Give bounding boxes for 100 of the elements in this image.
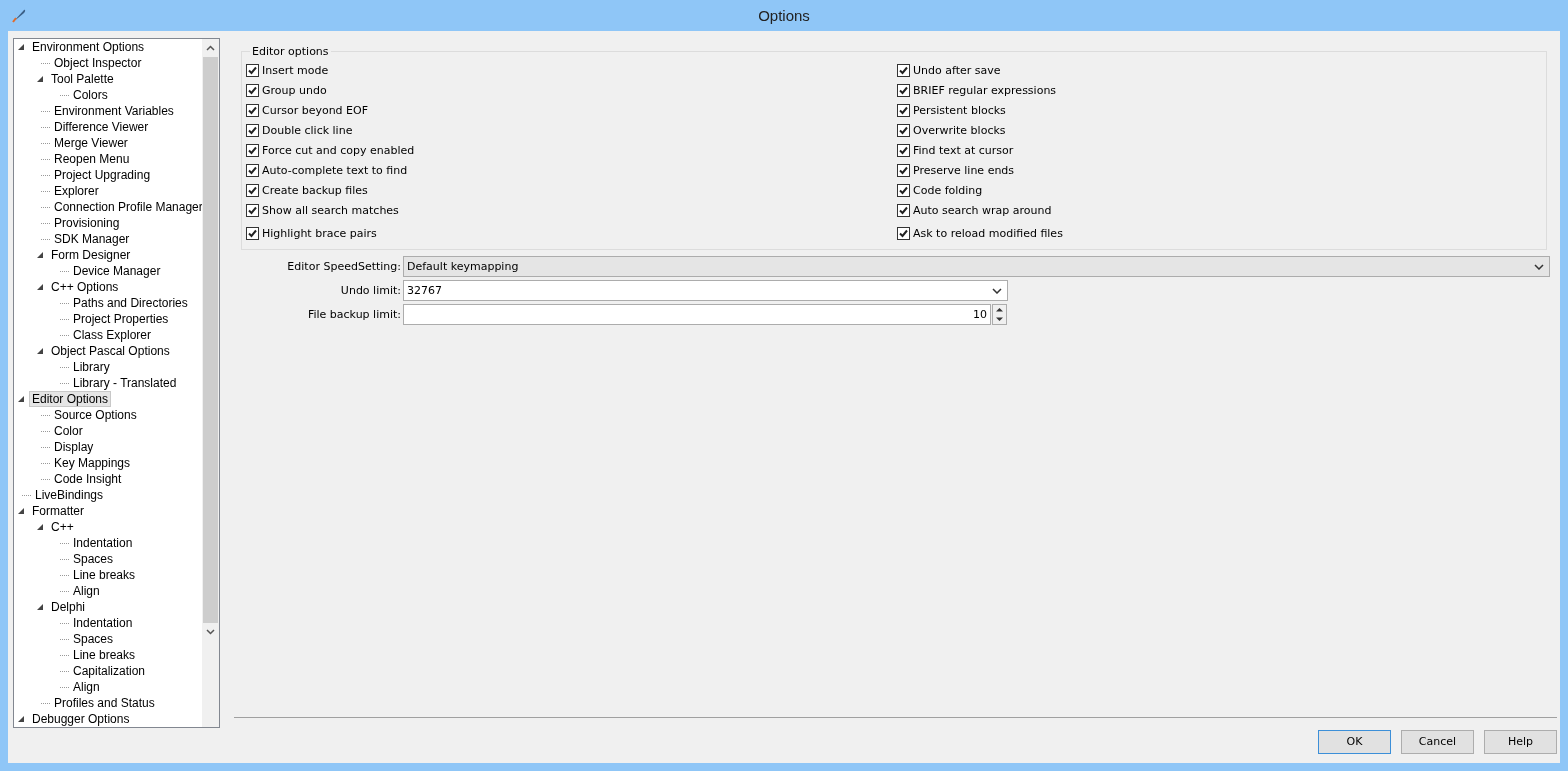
tree-item[interactable]: Capitalization	[70, 663, 149, 679]
tree-item[interactable]: Display	[51, 439, 97, 455]
tree-item[interactable]: Reopen Menu	[51, 151, 133, 167]
collapse-arrow-icon[interactable]	[37, 251, 44, 259]
tree-item[interactable]: Paths and Directories	[70, 295, 191, 311]
checkbox[interactable]	[897, 123, 910, 137]
collapse-arrow-icon[interactable]	[18, 507, 25, 515]
checkbox-label: Overwrite blocks	[913, 123, 1006, 137]
checkbox[interactable]	[897, 226, 910, 240]
tree-item[interactable]: Editor Options	[29, 391, 112, 407]
tree-item[interactable]: Environment Variables	[51, 103, 177, 119]
checkbox[interactable]	[897, 63, 910, 77]
tree-item[interactable]: Provisioning	[51, 215, 123, 231]
tree-item[interactable]: Indentation	[70, 615, 136, 631]
tree-item[interactable]: Explorer	[51, 183, 102, 199]
undo-limit-dropdown[interactable]: 32767	[403, 280, 1008, 301]
spin-buttons[interactable]	[992, 304, 1007, 325]
checkbox-label: BRIEF regular expressions	[913, 83, 1057, 97]
collapse-arrow-icon[interactable]	[37, 283, 44, 291]
checkbox-label: Preserve line ends	[913, 163, 1015, 177]
tree-item[interactable]: Tool Palette	[48, 71, 117, 87]
checkbox[interactable]	[897, 203, 910, 217]
tree-item[interactable]: Formatter	[29, 503, 87, 519]
checkbox-label: Undo after save	[913, 63, 1001, 77]
tree-item[interactable]: C++	[48, 519, 77, 535]
tree-item[interactable]: Source Options	[51, 407, 140, 423]
tree-item[interactable]: Line breaks	[70, 647, 139, 663]
tree-item[interactable]: Object Inspector	[51, 55, 145, 71]
tree-item[interactable]: Color	[51, 423, 86, 439]
checkbox[interactable]	[246, 123, 259, 137]
tree-item[interactable]: Colors	[70, 87, 111, 103]
collapse-arrow-icon[interactable]	[18, 715, 25, 723]
chevron-down-icon	[992, 287, 1002, 294]
field-label: File backup limit:	[306, 308, 402, 321]
tree-item[interactable]: SDK Manager	[51, 231, 133, 247]
tree-item[interactable]: Class Explorer	[70, 327, 155, 343]
tree-item[interactable]: Key Mappings	[51, 455, 134, 471]
collapse-arrow-icon[interactable]	[18, 395, 25, 403]
keymapping-dropdown[interactable]: Default keymapping	[403, 256, 1550, 277]
scroll-down-icon[interactable]	[206, 629, 215, 635]
dialog-button[interactable]: Help	[1484, 729, 1557, 754]
window-title: Options	[758, 7, 810, 24]
field-label: Undo limit:	[339, 284, 402, 297]
tree-item[interactable]: Library - Translated	[70, 375, 180, 391]
dialog-button[interactable]: OK	[1318, 729, 1391, 754]
checkbox[interactable]	[246, 226, 259, 240]
tree-item[interactable]: Environment Options	[29, 39, 148, 55]
field-label: Editor SpeedSetting:	[286, 260, 402, 273]
tree-item[interactable]: Library	[70, 359, 113, 375]
checkbox[interactable]	[897, 103, 910, 117]
checkbox-label: Group undo	[262, 83, 327, 97]
checkbox[interactable]	[897, 183, 910, 197]
collapse-arrow-icon[interactable]	[37, 347, 44, 355]
checkbox[interactable]	[246, 183, 259, 197]
tree-item[interactable]: Indentation	[70, 535, 136, 551]
tree-item[interactable]: Delphi	[48, 599, 89, 615]
checkbox[interactable]	[246, 143, 259, 157]
checkbox[interactable]	[246, 163, 259, 177]
checkbox[interactable]	[246, 63, 259, 77]
tree-item[interactable]: Code Insight	[51, 471, 125, 487]
dialog-button[interactable]: Cancel	[1401, 729, 1474, 754]
tree-item[interactable]: Project Properties	[70, 311, 172, 327]
tree-item[interactable]: Align	[70, 583, 103, 599]
tree-item[interactable]: C++ Options	[48, 279, 122, 295]
scroll-thumb[interactable]	[203, 57, 218, 623]
checkbox[interactable]	[246, 203, 259, 217]
checkbox-label: Force cut and copy enabled	[262, 143, 415, 157]
checkbox-label: Code folding	[913, 183, 983, 197]
tree-item[interactable]: Difference Viewer	[51, 119, 152, 135]
collapse-arrow-icon[interactable]	[37, 75, 44, 83]
group-title: Editor options	[251, 45, 330, 58]
tree-item[interactable]: Profiles and Status	[51, 695, 158, 711]
tree-item[interactable]: Debugger Options	[29, 711, 133, 727]
checkbox[interactable]	[897, 163, 910, 177]
tree-item[interactable]: Connection Profile Manager	[51, 199, 202, 215]
checkbox-label: Double click line	[262, 123, 353, 137]
collapse-arrow-icon[interactable]	[18, 43, 25, 51]
scrollbar[interactable]	[202, 39, 219, 727]
tree-item[interactable]: Spaces	[70, 631, 117, 647]
checkbox[interactable]	[897, 83, 910, 97]
tree-item[interactable]: Merge Viewer	[51, 135, 131, 151]
tree-item[interactable]: Project Upgrading	[51, 167, 154, 183]
tree-item[interactable]: Device Manager	[70, 263, 164, 279]
checkbox[interactable]	[897, 143, 910, 157]
checkbox-label: Highlight brace pairs	[262, 226, 377, 240]
collapse-arrow-icon[interactable]	[37, 603, 44, 611]
feather-icon	[11, 7, 27, 23]
checkbox[interactable]	[246, 103, 259, 117]
checkbox-label: Find text at cursor	[913, 143, 1014, 157]
tree-item[interactable]: Line breaks	[70, 567, 139, 583]
scroll-up-icon[interactable]	[206, 45, 215, 51]
tree-item[interactable]: Object Pascal Options	[48, 343, 173, 359]
tree-item[interactable]: Spaces	[70, 551, 117, 567]
checkbox[interactable]	[246, 83, 259, 97]
collapse-arrow-icon[interactable]	[37, 523, 44, 531]
checkbox-label: Ask to reload modified files	[913, 226, 1063, 240]
tree-item[interactable]: LiveBindings	[32, 487, 107, 503]
tree-item[interactable]: Align	[70, 679, 103, 695]
tree-item[interactable]: Form Designer	[48, 247, 134, 263]
backup-limit-field[interactable]: 10	[403, 304, 991, 325]
